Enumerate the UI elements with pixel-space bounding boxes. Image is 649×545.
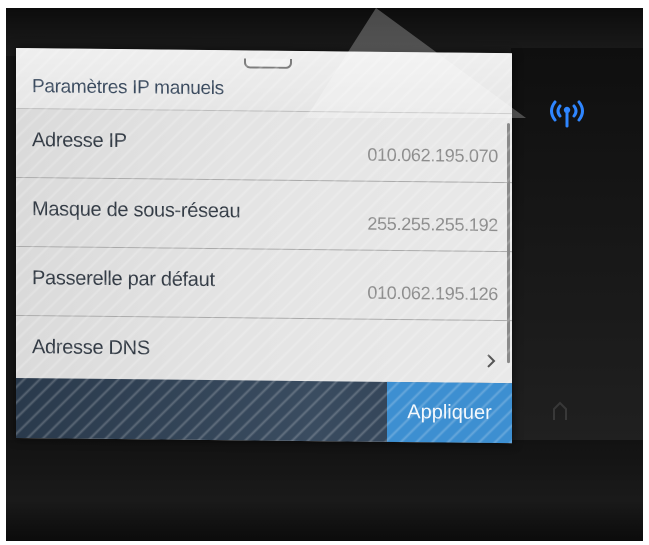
settings-list: Adresse IP 010.062.195.070 Masque de sou…	[16, 109, 512, 391]
scrollbar[interactable]	[507, 123, 510, 364]
dns-address-label: Adresse DNS	[32, 336, 150, 360]
page-title: Paramètres IP manuels	[32, 76, 224, 100]
apply-button[interactable]: Appliquer	[387, 381, 512, 444]
bezel-bottom	[6, 440, 643, 541]
ip-address-label: Adresse IP	[32, 129, 127, 153]
default-gateway-label: Passerelle par défaut	[32, 267, 215, 292]
subnet-mask-value: 255.255.255.192	[367, 213, 498, 236]
screen-header: Paramètres IP manuels	[16, 48, 512, 115]
default-gateway-value: 010.062.195.126	[367, 282, 498, 305]
wireless-signal-icon[interactable]	[546, 96, 588, 130]
home-icon[interactable]	[551, 400, 569, 422]
action-bar: Appliquer	[16, 378, 512, 444]
ip-address-value: 010.062.195.070	[367, 144, 498, 167]
default-gateway-row[interactable]: Passerelle par défaut 010.062.195.126	[16, 247, 512, 322]
chevron-right-icon	[487, 354, 496, 368]
control-panel-screen: Paramètres IP manuels Adresse IP 010.062…	[16, 48, 512, 444]
ip-address-row[interactable]: Adresse IP 010.062.195.070	[16, 109, 512, 184]
subnet-mask-label: Masque de sous-réseau	[32, 198, 241, 223]
printer-photo: Paramètres IP manuels Adresse IP 010.062…	[6, 8, 643, 541]
pull-down-tab[interactable]	[244, 58, 292, 69]
subnet-mask-row[interactable]: Masque de sous-réseau 255.255.255.192	[16, 178, 512, 253]
